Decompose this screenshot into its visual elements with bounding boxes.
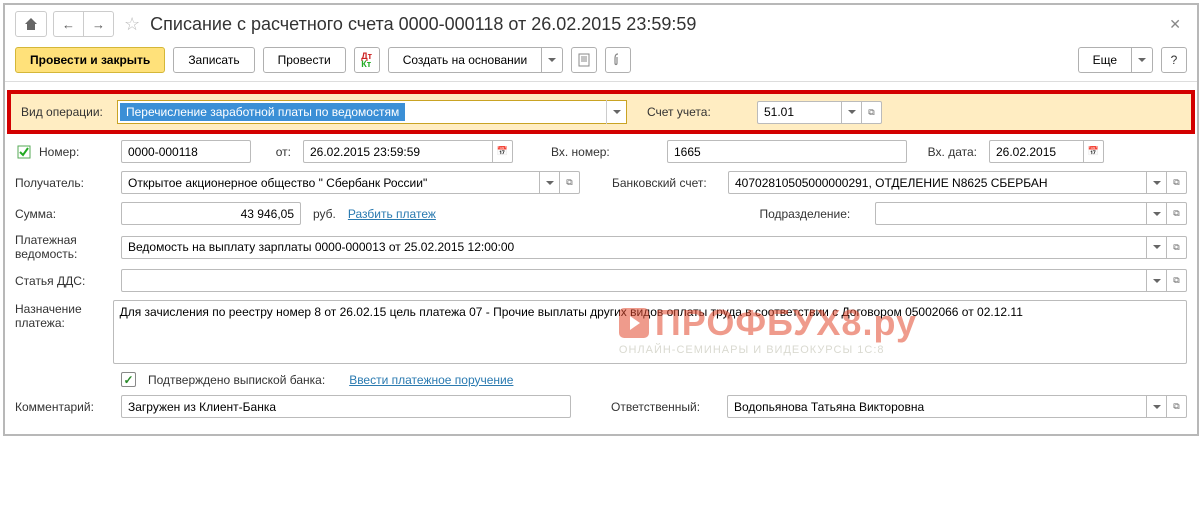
save-button[interactable]: Записать: [173, 47, 254, 73]
responsible-dropdown[interactable]: [1147, 395, 1167, 418]
purpose-textarea[interactable]: [113, 300, 1187, 364]
bank-account-label: Банковский счет:: [612, 176, 722, 190]
recipient-input[interactable]: [121, 171, 540, 194]
account-label: Счет учета:: [647, 105, 757, 119]
operation-type-label: Вид операции:: [17, 105, 117, 119]
date-picker[interactable]: 📅: [493, 140, 513, 163]
dt-kt-button[interactable]: ДтКт: [354, 47, 380, 73]
in-number-label: Вх. номер:: [551, 145, 661, 159]
from-label: от:: [257, 145, 297, 159]
account-input[interactable]: [757, 101, 842, 124]
dds-dropdown[interactable]: [1147, 269, 1167, 292]
statement-label: Платежная ведомость:: [15, 233, 115, 261]
comment-label: Комментарий:: [15, 400, 115, 414]
division-input[interactable]: [875, 202, 1147, 225]
help-button[interactable]: ?: [1161, 47, 1187, 73]
home-button[interactable]: [15, 11, 47, 37]
page-title: Списание с расчетного счета 0000-000118 …: [150, 14, 696, 35]
favorite-icon[interactable]: ☆: [120, 14, 144, 35]
division-open[interactable]: ⧉: [1167, 202, 1187, 225]
nav-forward-button[interactable]: [83, 11, 114, 37]
responsible-label: Ответственный:: [611, 400, 721, 414]
operation-type-row: Вид операции: Перечисление заработной пл…: [7, 90, 1195, 134]
number-input[interactable]: [121, 140, 251, 163]
operation-type-select[interactable]: Перечисление заработной платы по ведомос…: [117, 100, 627, 124]
in-date-input[interactable]: [989, 140, 1084, 163]
post-and-close-button[interactable]: Провести и закрыть: [15, 47, 165, 73]
statement-open[interactable]: ⧉: [1167, 236, 1187, 259]
comment-input[interactable]: [121, 395, 571, 418]
currency-label: руб.: [307, 207, 342, 221]
date-input[interactable]: [303, 140, 493, 163]
close-button[interactable]: ✕: [1163, 14, 1187, 35]
confirmed-checkbox[interactable]: [121, 372, 136, 387]
print-button[interactable]: [571, 47, 597, 73]
bank-account-open[interactable]: ⧉: [1167, 171, 1187, 194]
nav-back-button[interactable]: [53, 11, 83, 37]
create-based-on-button[interactable]: Создать на основании: [388, 47, 542, 73]
statement-dropdown[interactable]: [1147, 236, 1167, 259]
create-based-on-dropdown[interactable]: [541, 47, 563, 73]
recipient-open[interactable]: ⧉: [560, 171, 580, 194]
division-dropdown[interactable]: [1147, 202, 1167, 225]
recipient-dropdown[interactable]: [540, 171, 560, 194]
responsible-open[interactable]: ⧉: [1167, 395, 1187, 418]
number-label: Номер:: [39, 145, 115, 159]
statement-input[interactable]: [121, 236, 1147, 259]
sum-label: Сумма:: [15, 207, 115, 221]
division-label: Подразделение:: [759, 207, 869, 221]
in-number-input[interactable]: [667, 140, 907, 163]
dds-label: Статья ДДС:: [15, 274, 115, 288]
in-date-label: Вх. дата:: [913, 145, 983, 159]
operation-type-caret[interactable]: [606, 100, 626, 124]
account-dropdown[interactable]: [842, 101, 862, 124]
enter-payment-order-link[interactable]: Ввести платежное поручение: [349, 373, 513, 387]
split-payment-link[interactable]: Разбить платеж: [348, 207, 436, 221]
account-open[interactable]: ⧉: [862, 101, 882, 124]
more-dropdown[interactable]: [1131, 47, 1153, 73]
bank-account-input[interactable]: [728, 171, 1147, 194]
post-button[interactable]: Провести: [263, 47, 346, 73]
recipient-label: Получатель:: [15, 176, 115, 190]
dds-open[interactable]: ⧉: [1167, 269, 1187, 292]
more-button[interactable]: Еще: [1078, 47, 1131, 73]
posted-icon: [15, 145, 33, 159]
operation-type-value: Перечисление заработной платы по ведомос…: [120, 103, 405, 121]
confirmed-label: Подтверждено выпиской банка:: [148, 373, 325, 387]
dds-input[interactable]: [121, 269, 1147, 292]
sum-input[interactable]: [121, 202, 301, 225]
attach-button[interactable]: [605, 47, 631, 73]
in-date-picker[interactable]: 📅: [1084, 140, 1104, 163]
bank-account-dropdown[interactable]: [1147, 171, 1167, 194]
responsible-input[interactable]: [727, 395, 1147, 418]
purpose-label: Назначение платежа:: [15, 300, 107, 330]
